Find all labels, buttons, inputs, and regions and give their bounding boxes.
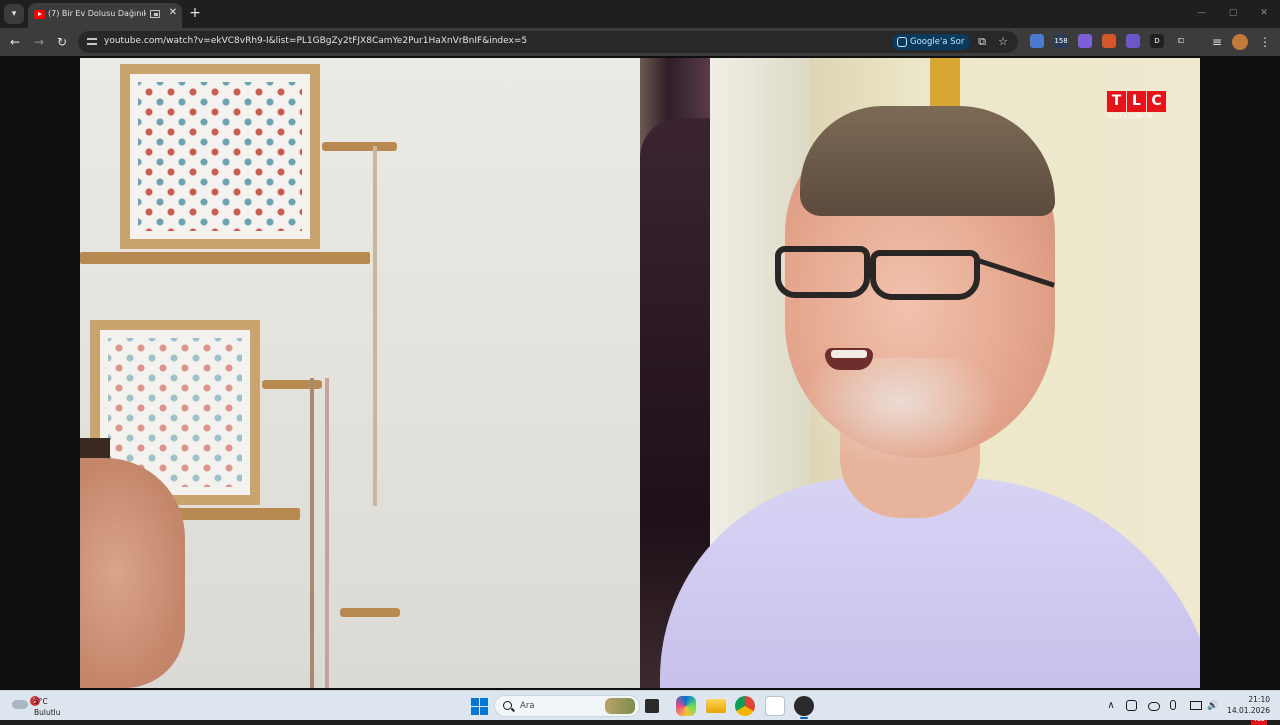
cast-icon[interactable]: ⧉ <box>975 35 989 49</box>
clock-date: 14.01.2026 <box>1227 706 1270 715</box>
maximize-button[interactable]: ▢ <box>1223 5 1243 21</box>
tlc-url: TLCTV.COM.TR <box>1107 113 1154 120</box>
man-hair <box>800 106 1055 216</box>
bookmark-star-icon[interactable]: ☆ <box>996 35 1010 49</box>
new-tab-button[interactable]: + <box>187 5 203 21</box>
window-close-button[interactable]: ✕ <box>1254 5 1274 21</box>
task-view-icon[interactable] <box>645 699 659 713</box>
taskbar-search-box[interactable]: Ara <box>494 695 640 717</box>
reading-list-icon[interactable]: ≡ <box>1208 33 1226 51</box>
volume-icon[interactable]: 🔊 <box>1206 699 1220 713</box>
mask-extension-icon[interactable] <box>1126 34 1140 48</box>
active-app-indicator <box>800 717 808 719</box>
microphone-icon[interactable] <box>1170 700 1176 710</box>
tlc-letter: C <box>1147 91 1166 112</box>
clock-time: 21:10 <box>1248 695 1270 704</box>
site-info-icon[interactable] <box>86 36 98 48</box>
weather-condition: Bulutlu <box>34 708 61 717</box>
google-lens-icon <box>897 37 907 47</box>
d-extension-icon[interactable]: D <box>1150 34 1164 48</box>
active-tab[interactable]: (7) Bir Ev Dolusu Dağınıklık ✕ <box>28 3 182 28</box>
glasses-left-lens <box>775 246 870 298</box>
cloud-sync-icon[interactable] <box>1148 702 1160 711</box>
search-highlight-image <box>605 698 635 714</box>
copilot-icon[interactable] <box>676 696 696 716</box>
ask-google-button[interactable]: Google'a Sor <box>892 34 970 50</box>
tray-overflow-chevron-icon[interactable]: ∧ <box>1104 699 1118 713</box>
address-bar[interactable]: youtube.com/watch?v=ekVC8vRh9-I&list=PL1… <box>78 31 1018 53</box>
start-button[interactable] <box>469 696 489 716</box>
tlc-letter: L <box>1127 91 1146 112</box>
search-icon <box>503 701 512 710</box>
search-label: Ara <box>520 701 535 711</box>
shield-extension-icon[interactable] <box>1078 34 1092 48</box>
cloud-icon <box>12 700 28 709</box>
picture-in-picture-icon[interactable] <box>150 10 160 18</box>
file-explorer-icon[interactable] <box>706 699 726 713</box>
man-mouth <box>825 348 873 370</box>
taskbar-clock[interactable]: 21:10 14.01.2026 <box>1226 694 1270 716</box>
counter-extension-icon[interactable]: 158 <box>1054 34 1068 48</box>
necklace <box>310 378 314 688</box>
tab-close-icon[interactable]: ✕ <box>166 6 180 20</box>
ask-google-label: Google'a Sor <box>910 37 965 47</box>
puzzle-extension-icon[interactable]: ⧠ <box>1174 34 1188 48</box>
peg-low <box>340 608 400 617</box>
forward-button[interactable]: → <box>30 33 48 51</box>
jewelry-frame-top <box>120 64 320 249</box>
tab-search-button[interactable]: ▾ <box>4 4 24 24</box>
chrome-icon[interactable] <box>735 696 755 716</box>
tab-strip: ▾ (7) Bir Ev Dolusu Dağınıklık ✕ + — ▢ ✕ <box>0 0 1280 28</box>
video-viewport: TLC TLCTV.COM.TR TLC <box>0 56 1280 725</box>
translate-extension-icon[interactable] <box>1030 34 1044 48</box>
glasses-right-lens <box>870 250 980 300</box>
weather-widget[interactable]: 7 5°C Bulutlu <box>10 695 80 717</box>
youtube-favicon-icon <box>34 10 45 19</box>
sync-icon[interactable] <box>1126 700 1137 711</box>
tlc-letter: T <box>1107 91 1126 112</box>
url-text[interactable]: youtube.com/watch?v=ekVC8vRh9-I&list=PL1… <box>104 36 527 46</box>
fox-extension-icon[interactable] <box>1102 34 1116 48</box>
necklace <box>373 146 377 506</box>
shelf-top <box>80 252 370 264</box>
display-icon[interactable] <box>1190 701 1202 710</box>
profile-avatar[interactable] <box>1232 34 1248 50</box>
peg-top <box>322 142 397 151</box>
back-button[interactable]: ← <box>6 33 24 51</box>
necklace <box>325 378 329 688</box>
browser-toolbar: ← → ↻ youtube.com/watch?v=ekVC8vRh9-I&li… <box>0 28 1280 56</box>
tab-title: (7) Bir Ev Dolusu Dağınıklık <box>48 9 146 18</box>
reload-button[interactable]: ↻ <box>53 33 71 51</box>
video-player[interactable]: TLC TLCTV.COM.TR <box>80 58 1200 688</box>
snipping-tool-icon[interactable] <box>765 696 785 716</box>
weather-temperature: 5°C <box>34 697 48 706</box>
minimize-button[interactable]: — <box>1192 5 1212 21</box>
man-beard <box>800 358 1000 468</box>
woman-face <box>80 458 185 688</box>
media-app-icon[interactable] <box>794 696 814 716</box>
browser-menu-icon[interactable]: ⋮ <box>1256 33 1274 51</box>
tlc-logo: TLC TLCTV.COM.TR <box>1107 90 1167 120</box>
taskbar: 7 5°C Bulutlu Ara ∧ 🔊 21:10 14.01.2026 <box>0 690 1280 720</box>
